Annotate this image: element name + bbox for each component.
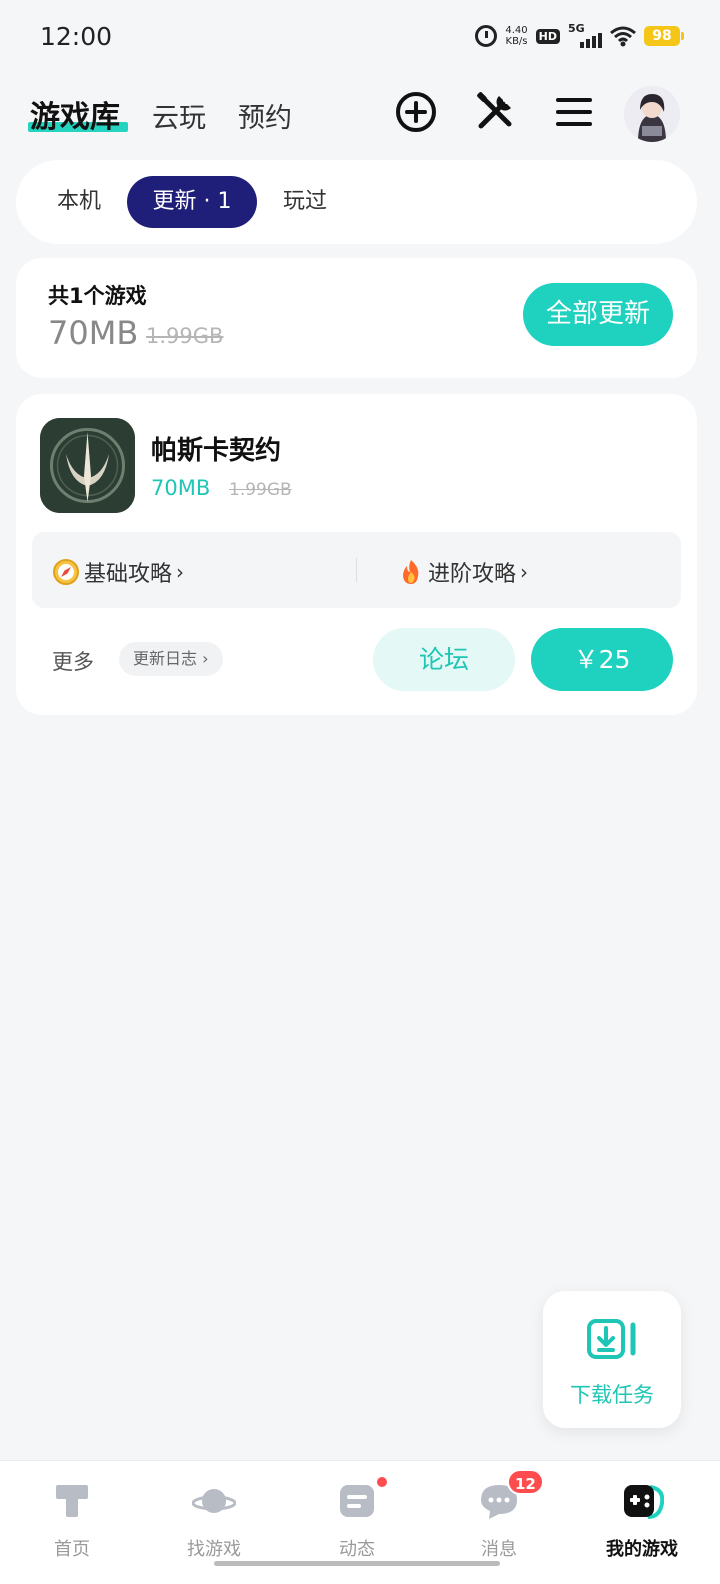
update-all-button[interactable]: 全部更新 [523,283,673,346]
summary-full-size: 1.99GB [146,324,224,348]
basic-guide-link[interactable]: 基础攻略 › [52,556,184,588]
planet-icon [192,1489,236,1513]
advanced-guide-label: 进阶攻略 [428,562,517,587]
nav-home[interactable]: 首页 [0,1461,144,1584]
buy-price-button[interactable]: ￥25 [531,628,673,691]
segment-updates[interactable]: 更新 · 1 [127,176,257,228]
messages-badge: 12 [507,1469,544,1495]
gamepad-icon [624,1485,664,1519]
game-update-size: 70MB [151,476,211,500]
segment-local[interactable]: 本机 [36,176,122,228]
home-indicator [214,1561,500,1566]
nav-my-games-label: 我的游戏 [606,1539,678,1560]
signal-icon: 5G [568,22,602,48]
fire-icon [403,560,419,584]
chevron-right-icon: › [202,649,209,668]
summary-title: 共1个游戏 [48,284,147,308]
avatar[interactable] [624,86,680,142]
download-task-button[interactable]: 下载任务 [543,1291,681,1428]
game-card: 帕斯卡契约 70MB 1.99GB 基础攻略 › 进阶攻略 › 更多 更新日志 … [16,394,697,715]
segment-control: 本机 更新 · 1 玩过 [16,160,697,244]
chevron-right-icon: › [176,560,185,584]
compass-icon [53,559,79,585]
tab-game-library[interactable]: 游戏库 [30,92,120,136]
segment-played[interactable]: 玩过 [262,176,348,228]
wifi-icon [610,26,636,47]
game-icon[interactable] [40,418,135,513]
basic-guide-label: 基础攻略 [84,562,173,587]
feed-notification-dot [375,1475,389,1489]
tab-reservation[interactable]: 预约 [238,96,292,135]
home-icon [56,1485,88,1517]
forum-button[interactable]: 论坛 [373,628,515,691]
nav-discover-label: 找游戏 [187,1539,241,1560]
status-time: 12:00 [40,22,113,51]
update-summary-card: 共1个游戏 70MB 1.99GB 全部更新 [16,258,697,378]
header: 游戏库 云玩 预约 [0,86,720,146]
more-label[interactable]: 更多 [52,646,94,676]
net-speed: 4.40 KB/s [505,25,528,47]
game-title[interactable]: 帕斯卡契约 [151,430,281,467]
nav-feed-label: 动态 [339,1539,375,1560]
download-task-icon [587,1319,636,1359]
game-full-size: 1.99GB [229,480,292,500]
nav-home-label: 首页 [54,1539,90,1560]
add-icon[interactable] [394,90,438,134]
tab-cloud-play[interactable]: 云玩 [152,96,206,135]
advanced-guide-link[interactable]: 进阶攻略 › [398,556,528,588]
alarm-icon [475,25,498,47]
nav-messages-label: 消息 [481,1539,517,1560]
status-icons: 4.40 KB/s HD 5G 98 [475,22,684,48]
hd-icon: HD [535,28,560,44]
nav-my-games[interactable]: 我的游戏 [570,1461,714,1584]
menu-icon[interactable] [552,90,596,134]
feed-icon [340,1485,374,1517]
tools-icon[interactable] [473,90,517,134]
battery-icon: 98 [644,26,684,46]
status-bar: 12:00 4.40 KB/s HD 5G 98 [0,0,720,76]
summary-update-size: 70MB [48,314,139,352]
guide-bar: 基础攻略 › 进阶攻略 › [32,532,681,608]
changelog-button[interactable]: 更新日志 › [119,642,223,676]
chevron-right-icon: › [520,560,529,584]
guide-divider [356,558,357,582]
download-task-label: 下载任务 [570,1383,654,1407]
